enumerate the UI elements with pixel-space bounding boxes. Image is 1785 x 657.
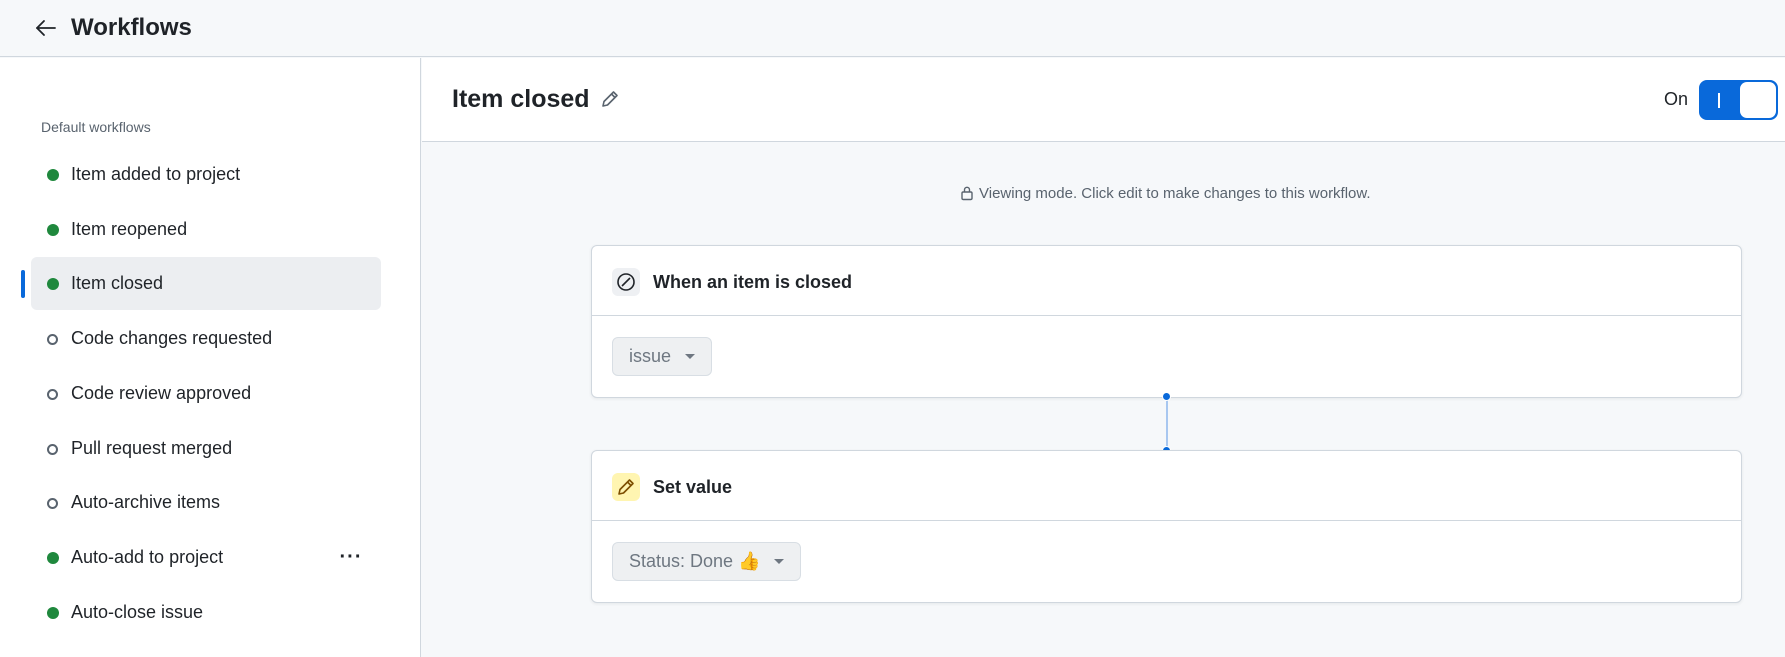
sidebar-item-label: Code changes requested (71, 328, 273, 348)
sidebar-item-item-reopened[interactable]: Item reopened (31, 203, 381, 256)
kebab-horizontal-icon[interactable]: ··· (336, 543, 366, 571)
viewing-mode-notice: Viewing mode. Click edit to make changes… (960, 183, 1371, 203)
disabled-dot-icon (47, 389, 58, 400)
toggle-knob (1740, 82, 1776, 118)
sidebar-item-item-added-to-project[interactable]: Item added to project (31, 148, 381, 201)
caret-down-icon (685, 354, 696, 359)
arrow-left-icon (36, 20, 56, 36)
workflow-header: Item closed On (422, 58, 1785, 142)
sidebar-item-label: Item reopened (71, 219, 188, 239)
action-card: Set value Status: Done 👍 (591, 450, 1742, 603)
sidebar-item-pull-request-merged[interactable]: Pull request merged (31, 422, 381, 475)
action-title: Set value (653, 477, 733, 497)
toggle-label: On (1664, 89, 1689, 109)
trigger-card-header: When an item is closed (592, 246, 1741, 316)
workflow-enabled-toggle[interactable] (1699, 80, 1778, 120)
connector-handle-top (1162, 392, 1171, 401)
edit-title-button[interactable] (596, 85, 624, 113)
sidebar-heading: Default workflows (41, 119, 151, 135)
select-value: issue (629, 346, 672, 366)
workflows-sidebar: Default workflows Item added to project … (0, 58, 421, 657)
enabled-dot-icon (47, 224, 59, 236)
notice-text: Viewing mode. Click edit to make changes… (979, 184, 1371, 202)
active-indicator (21, 270, 25, 298)
sidebar-item-auto-add-to-project[interactable]: Auto-add to project ··· (31, 531, 381, 584)
sidebar-item-auto-close-issue[interactable]: Auto-close issue (31, 586, 381, 639)
item-type-select[interactable]: issue (612, 337, 713, 376)
trigger-card-body: issue (592, 316, 1741, 397)
sidebar-item-label: Item closed (71, 273, 164, 293)
action-card-body: Status: Done 👍 (592, 521, 1741, 602)
sidebar-item-label: Item added to project (71, 164, 241, 184)
sidebar-item-label: Auto-add to project (71, 547, 224, 567)
sidebar-item-code-review-approved[interactable]: Code review approved (31, 367, 381, 420)
trigger-card: When an item is closed issue (591, 245, 1742, 398)
pencil-icon (612, 473, 640, 501)
action-card-header: Set value (592, 451, 1741, 521)
skip-circle-icon (612, 268, 640, 296)
caret-down-icon (774, 559, 785, 564)
enabled-dot-icon (47, 278, 59, 290)
sidebar-item-label: Code review approved (71, 383, 252, 403)
disabled-dot-icon (47, 334, 58, 345)
trigger-title: When an item is closed (653, 272, 853, 292)
lock-icon (961, 186, 973, 201)
disabled-dot-icon (47, 444, 58, 455)
sidebar-item-label: Auto-close issue (71, 602, 204, 622)
status-value-select[interactable]: Status: Done 👍 (612, 542, 802, 581)
sidebar-item-label: Pull request merged (71, 438, 233, 458)
enabled-dot-icon (47, 169, 59, 181)
select-value: Status: Done 👍 (629, 551, 761, 571)
sidebar-item-auto-archive-items[interactable]: Auto-archive items (31, 476, 381, 529)
workflow-title: Item closed (452, 85, 590, 113)
sidebar-item-code-changes-requested[interactable]: Code changes requested (31, 312, 381, 365)
page-title: Workflows (71, 14, 192, 41)
back-button[interactable] (30, 12, 62, 44)
pencil-icon (602, 91, 618, 107)
enabled-dot-icon (47, 552, 59, 564)
connector-line (1166, 397, 1168, 451)
disabled-dot-icon (47, 498, 58, 509)
enabled-dot-icon (47, 607, 59, 619)
top-bar: Workflows (0, 0, 1785, 57)
sidebar-item-item-closed[interactable]: Item closed (21, 257, 381, 310)
sidebar-item-label: Auto-archive items (71, 492, 221, 512)
toggle-on-mark (1718, 93, 1720, 108)
